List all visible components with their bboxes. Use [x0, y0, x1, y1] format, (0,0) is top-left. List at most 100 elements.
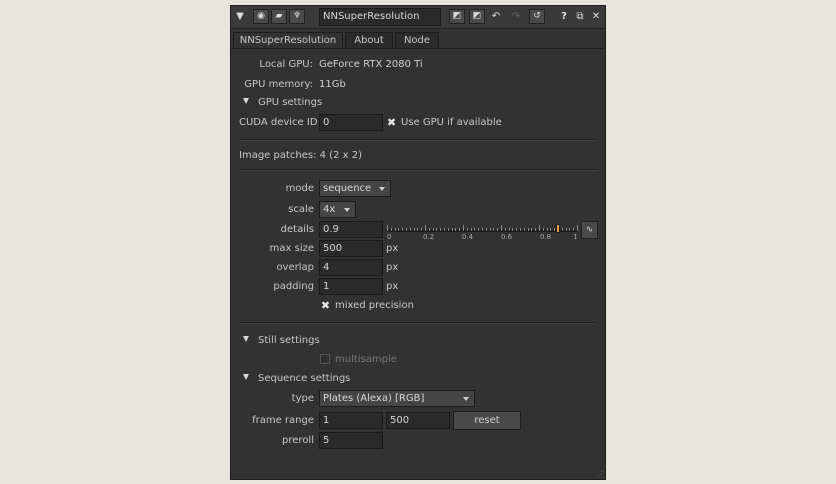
sequence-settings-label[interactable]: Sequence settings [258, 372, 350, 386]
slider-tick [573, 228, 575, 231]
still-settings-triangle-icon[interactable] [243, 336, 249, 342]
padding-input[interactable]: 1 [319, 278, 383, 295]
max-size-input[interactable]: 500 [319, 240, 383, 257]
slider-tick-label: 0 [387, 233, 392, 241]
multisample-label: multisample [335, 354, 397, 365]
slider-tick [466, 228, 468, 231]
tab-nnsuperresolution[interactable]: NNSuperResolution [233, 32, 343, 49]
preroll-input[interactable]: 5 [319, 432, 383, 449]
slider-tick-label: 0.6 [501, 233, 513, 241]
slider-tick [455, 228, 457, 231]
pen-color-2-icon[interactable]: ◩ [469, 9, 485, 24]
image-patches-text: Image patches: 4 (2 x 2) [239, 150, 362, 161]
details-input[interactable]: 0.9 [319, 221, 383, 238]
reset-button[interactable]: reset [453, 411, 521, 430]
wrench-icon[interactable]: ♆ [289, 9, 305, 24]
slider-tick [425, 225, 426, 231]
slider-tick [398, 228, 400, 231]
tab-about[interactable]: About [345, 32, 393, 48]
overlap-label: overlap [276, 262, 314, 273]
scale-label: scale [288, 204, 314, 215]
redo-icon: ↷ [511, 11, 521, 22]
frame-start-input[interactable]: 1 [319, 412, 383, 429]
gpu-settings-label[interactable]: GPU settings [258, 96, 322, 110]
slider-tick [482, 228, 483, 231]
slider-tick [550, 228, 552, 231]
slider-tick [561, 228, 563, 231]
max-size-unit: px [386, 243, 399, 254]
type-dropdown[interactable]: Plates (Alexa) [RGB] [319, 390, 475, 407]
multisample-checkbox[interactable] [320, 354, 330, 364]
properties-panel: ▼ ◉ ▰ ♆ NNSuperResolution ◩ ◩ ↶ ↷ ↺ ? ⧉ … [230, 5, 606, 480]
slider-tick [417, 228, 419, 231]
slider-tick [516, 228, 518, 231]
animation-curve-icon[interactable]: ∿ [581, 221, 598, 239]
mode-dropdown[interactable]: sequence [319, 180, 391, 197]
slider-tick [428, 228, 430, 231]
scale-dropdown[interactable]: 4x [319, 201, 356, 218]
mixed-precision-label: mixed precision [335, 300, 414, 311]
slider-tick [504, 228, 506, 231]
slider-tick-label: 0.2 [423, 233, 435, 241]
sequence-settings-triangle-icon[interactable] [243, 374, 249, 380]
chevron-down-icon [463, 397, 469, 401]
slider-handle[interactable] [556, 224, 560, 233]
resize-grip-icon[interactable]: ⋰ [597, 471, 604, 478]
slider-tick [406, 228, 407, 231]
frame-range-label: frame range [252, 415, 314, 426]
tab-underline [231, 48, 605, 49]
node-color-icon[interactable]: ▰ [271, 9, 287, 24]
scale-value: 4x [323, 204, 336, 215]
slider-tick [546, 228, 548, 231]
details-slider[interactable]: 0 0.2 0.4 0.6 0.8 1 [387, 222, 579, 242]
slider-tick [440, 228, 442, 231]
slider-tick [413, 228, 415, 231]
slider-tick [474, 228, 476, 231]
slider-minor-ticks [387, 225, 578, 231]
use-gpu-checkbox[interactable]: ✖ [386, 117, 397, 128]
undo-icon[interactable]: ↶ [489, 9, 503, 24]
float-panel-icon[interactable]: ⧉ [573, 9, 587, 24]
still-settings-label[interactable]: Still settings [258, 334, 320, 348]
local-gpu-value: GeForce RTX 2080 Ti [319, 59, 423, 70]
pen-color-icon[interactable]: ◩ [449, 9, 465, 24]
slider-tick [531, 228, 533, 231]
slider-tick [501, 225, 502, 231]
local-gpu-label: Local GPU: [259, 59, 313, 70]
slider-tick [436, 228, 438, 231]
cuda-device-label: CUDA device ID [239, 117, 318, 128]
node-name-input[interactable]: NNSuperResolution [319, 8, 441, 26]
slider-tick [523, 228, 525, 231]
mixed-precision-checkbox[interactable]: ✖ [320, 300, 331, 311]
frame-end-input[interactable]: 500 [386, 412, 450, 429]
slider-tick [565, 228, 567, 231]
collapse-triangle-icon[interactable]: ▼ [233, 9, 247, 24]
slider-tick [402, 228, 404, 231]
cuda-device-input[interactable]: 0 [319, 114, 383, 131]
preroll-label: preroll [282, 435, 314, 446]
overlap-input[interactable]: 4 [319, 259, 383, 276]
slider-tick [421, 228, 423, 231]
slider-tick [387, 225, 388, 231]
help-icon[interactable]: ? [557, 9, 571, 24]
gpu-settings-triangle-icon[interactable] [243, 98, 249, 104]
padding-unit: px [386, 281, 399, 292]
slider-tick [478, 228, 480, 231]
use-gpu-label: Use GPU if available [401, 117, 502, 128]
tab-node[interactable]: Node [395, 32, 439, 48]
slider-tick [527, 228, 529, 231]
slider-tick [520, 228, 521, 231]
slider-tick [432, 228, 434, 231]
slider-tick [459, 228, 461, 231]
revert-icon[interactable]: ↺ [529, 9, 545, 24]
slider-tick [577, 225, 578, 231]
divider [239, 169, 597, 171]
slider-tick [485, 228, 487, 231]
slider-tick-label: 1 [573, 233, 578, 241]
slider-tick [444, 228, 445, 231]
close-icon[interactable]: ✕ [589, 9, 603, 24]
gpu-memory-label: GPU memory: [244, 79, 313, 90]
gpu-memory-value: 11Gb [319, 79, 346, 90]
divider [239, 322, 597, 324]
center-node-icon[interactable]: ◉ [253, 9, 269, 24]
